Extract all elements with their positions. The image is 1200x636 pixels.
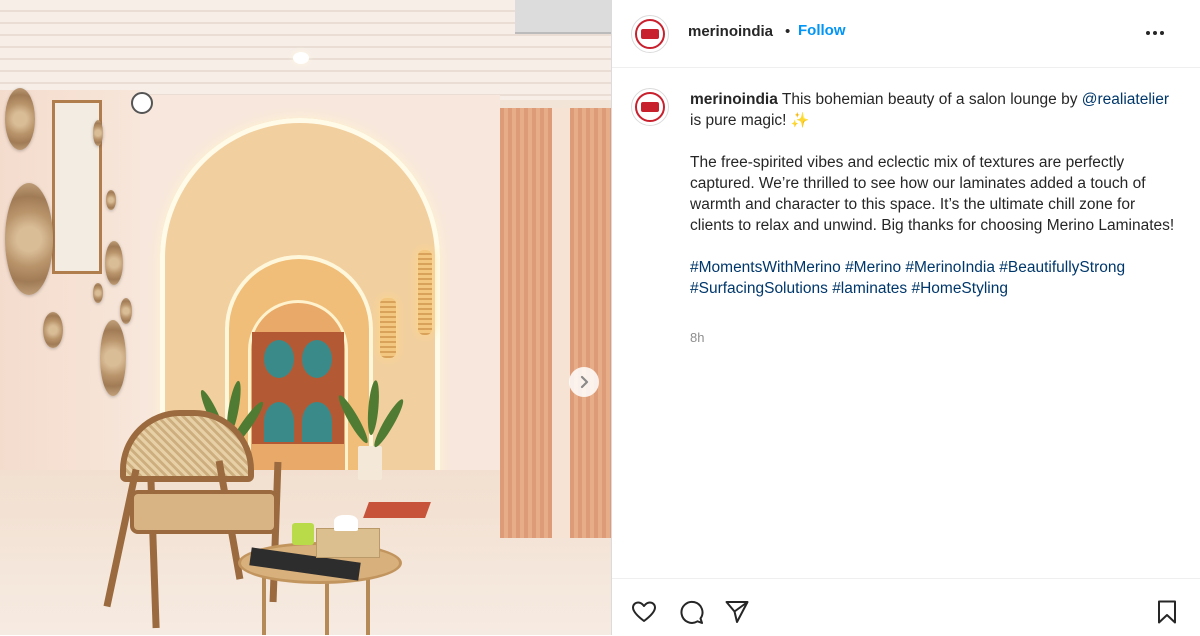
tissue-box [316,528,380,558]
wall-plate [93,283,103,303]
post-side-panel: merinoindia • Follow merinoindia This bo… [611,0,1200,635]
sparkles-emoji: ✨ [790,112,810,129]
plant-pot [358,446,382,480]
caption-paragraph: merinoindia This bohemian beauty of a sa… [690,89,1180,131]
security-camera [131,92,153,114]
post-actions [612,578,1200,636]
ac-unit [515,0,611,34]
post-caption: merinoindia This bohemian beauty of a sa… [690,89,1180,299]
merino-logo-icon [635,19,665,49]
wall-plate [105,241,123,285]
laminate-panel [570,108,611,538]
comment-icon [680,600,704,624]
wall-plate [93,120,103,146]
hashtags: #MomentsWithMerino #Merino #MerinoIndia … [690,257,1180,299]
doormat [363,502,431,518]
post-image [0,0,611,635]
more-options-icon [1146,31,1150,35]
caption-avatar[interactable] [631,88,669,126]
follow-button[interactable]: Follow [798,22,846,39]
bookmark-icon [1158,600,1176,624]
chevron-right-icon [580,375,589,389]
hashtag-link[interactable]: #MerinoIndia [905,259,995,276]
wall-plate [5,183,53,295]
hashtag-link[interactable]: #Merino [845,259,901,276]
wall-plate [120,298,132,324]
ceiling-light [293,52,309,64]
armchair-seat [130,490,278,534]
heart-icon [632,601,656,622]
separator-dot: • [785,23,791,40]
caption-text: This bohemian beauty of a salon lounge b… [777,91,1082,108]
laminate-panel [500,108,552,538]
door [252,332,344,444]
caption-text: is pure magic! [690,112,791,129]
mention-link[interactable]: @realiatelier [1082,91,1169,108]
caption-paragraph-2: The free-spirited vibes and eclectic mix… [690,154,1175,234]
like-button[interactable] [629,597,659,627]
hashtag-link[interactable]: #HomeStyling [911,280,1008,297]
wall-plate [106,190,116,210]
paper-plane-icon [725,601,749,623]
mug [292,523,314,545]
save-button[interactable] [1152,597,1182,627]
hashtag-link[interactable]: #BeautifullyStrong [999,259,1125,276]
wall-plate [100,320,126,396]
share-button[interactable] [722,597,752,627]
wall-lamp [380,298,396,358]
table-leg [325,577,329,635]
post-timestamp[interactable]: 8h [690,330,704,345]
hashtag-link[interactable]: #MomentsWithMerino [690,259,841,276]
wall-plate [43,312,63,348]
next-image-button[interactable] [569,367,599,397]
panel-gap [552,108,570,538]
caption-username[interactable]: merinoindia [690,91,778,108]
more-options-button[interactable] [1139,22,1171,44]
tissue [334,515,358,531]
merino-logo-icon [635,92,665,122]
table-leg [366,572,370,635]
comment-button[interactable] [676,597,706,627]
table-leg [262,575,266,635]
avatar[interactable] [631,15,669,53]
wall-plate [5,88,35,150]
username-link[interactable]: merinoindia [688,23,773,40]
post-header: merinoindia • Follow [612,0,1200,68]
hashtag-link[interactable]: #SurfacingSolutions [690,280,828,297]
hashtag-link[interactable]: #laminates [832,280,907,297]
wall-lamp [418,250,432,335]
